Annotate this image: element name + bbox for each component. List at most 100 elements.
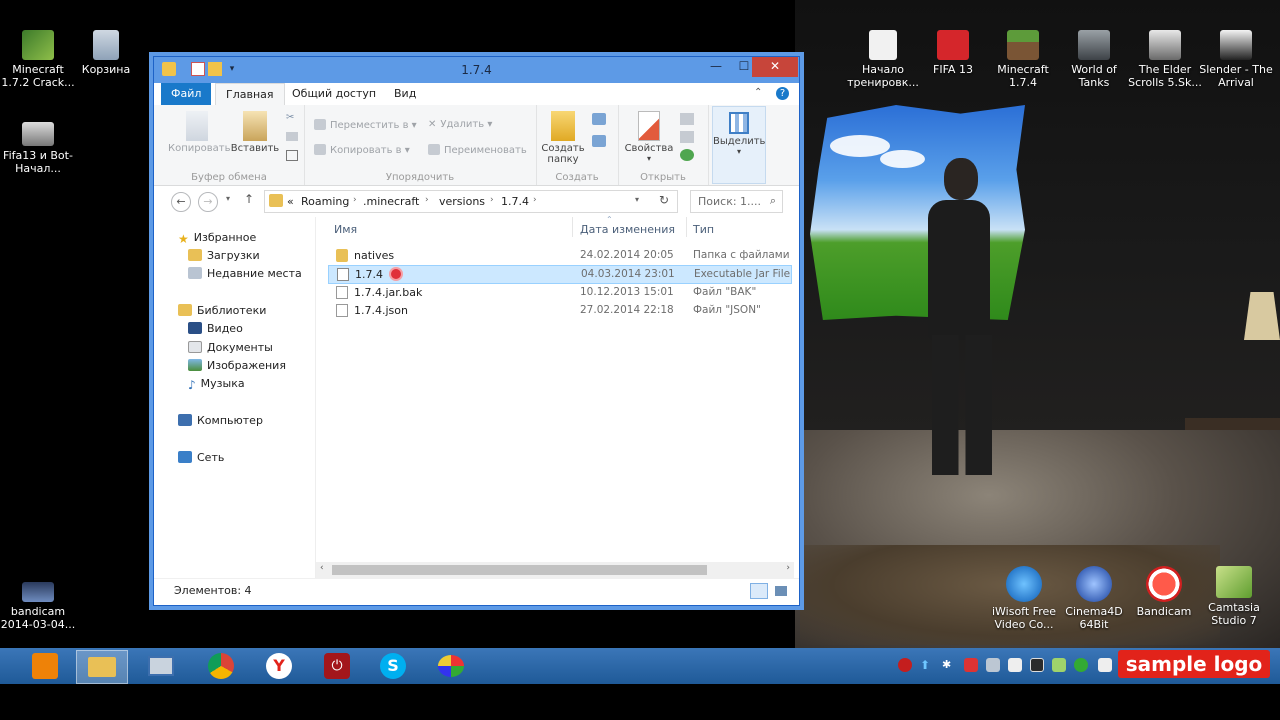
desktop-icon-bandicam[interactable]: Bandicam <box>1126 566 1202 618</box>
column-divider[interactable] <box>686 217 687 237</box>
title-bar[interactable]: ▾ 1.7.4 — ☐ ✕ <box>154 57 799 83</box>
rename-button[interactable]: Переименовать <box>428 144 527 156</box>
nav-libraries[interactable]: Библиотеки <box>178 304 266 317</box>
chevron-up-icon[interactable]: ⌃ <box>754 87 762 98</box>
close-button[interactable]: ✕ <box>752 57 798 77</box>
printer-tray-icon[interactable] <box>1008 658 1022 672</box>
recent-locations-dropdown[interactable]: ▾ <box>226 194 230 203</box>
nav-recent[interactable]: Недавние места <box>188 267 302 280</box>
desktop-icon-fifa-bot[interactable]: Fifa13 и Bot-Начал... <box>0 122 76 175</box>
breadcrumb-chevron-icon[interactable]: › <box>353 195 357 205</box>
new-item-icon[interactable] <box>592 113 606 125</box>
file-row-json[interactable]: 1.7.4.json 27.02.2014 22:18 Файл "JSON" <box>328 302 792 320</box>
breadcrumb-overflow[interactable]: « <box>287 195 294 208</box>
refresh-icon[interactable]: ↻ <box>659 193 669 207</box>
properties-button[interactable]: Свойства ▾ <box>622 111 676 163</box>
breadcrumb-chevron-icon[interactable]: › <box>533 195 537 205</box>
flag-tray-icon[interactable] <box>1098 658 1112 672</box>
scrollbar-thumb[interactable] <box>332 565 707 575</box>
search-input[interactable]: Поиск: 1.... <box>698 195 761 208</box>
tab-share[interactable]: Общий доступ <box>282 83 386 105</box>
column-header-type[interactable]: Тип <box>693 223 714 236</box>
edit-icon[interactable] <box>680 131 694 143</box>
nav-network[interactable]: Сеть <box>178 451 224 464</box>
minimize-button[interactable]: — <box>702 57 730 77</box>
copy-path-icon[interactable] <box>286 132 298 141</box>
breadcrumb[interactable]: « Roaming › .minecraft › versions › 1.7.… <box>264 190 678 213</box>
column-divider[interactable] <box>572 217 573 237</box>
address-dropdown[interactable]: ▾ <box>635 195 639 204</box>
scroll-left-icon[interactable]: ‹ <box>320 563 324 573</box>
large-icons-view-icon[interactable] <box>772 583 790 599</box>
new-folder-button[interactable]: Создать папку <box>538 111 588 165</box>
breadcrumb-chevron-icon[interactable]: › <box>490 195 494 205</box>
desktop-icon-elder-scrolls[interactable]: The Elder Scrolls 5.Sk... <box>1127 30 1203 89</box>
display-tray-icon[interactable] <box>1030 658 1044 672</box>
desktop-icon-recycle-bin[interactable]: Корзина <box>68 30 144 76</box>
desktop-icon-bandicam-video[interactable]: bandicam 2014-03-04... <box>0 582 76 631</box>
yandex-browser-icon[interactable]: Y <box>254 650 304 682</box>
desktop-icon-iwisoft[interactable]: iWisoft Free Video Co... <box>986 566 1062 631</box>
easy-access-icon[interactable] <box>592 135 606 147</box>
back-button[interactable]: ← <box>171 192 191 212</box>
breadcrumb-roaming[interactable]: Roaming <box>301 195 349 208</box>
device-tray-icon[interactable] <box>986 658 1000 672</box>
network-tray-icon[interactable] <box>1052 658 1066 672</box>
column-header-date[interactable]: Дата изменения <box>580 223 675 236</box>
nav-pictures[interactable]: Изображения <box>188 359 286 372</box>
desktop-icon-minecraft-174[interactable]: Minecraft 1.7.4 <box>985 30 1061 89</box>
file-row-174-jar[interactable]: 1.7.4 04.03.2014 23:01 Executable Jar Fi… <box>328 265 792 284</box>
breadcrumb-chevron-icon[interactable]: › <box>425 195 429 205</box>
desktop-icon-cinema4d[interactable]: Cinema4D 64Bit <box>1056 566 1132 631</box>
desktop-icon-camtasia[interactable]: Camtasia Studio 7 <box>1196 566 1272 627</box>
file-explorer-icon[interactable] <box>76 650 128 684</box>
chrome-icon[interactable] <box>196 650 246 682</box>
breadcrumb-minecraft[interactable]: .minecraft <box>363 195 419 208</box>
forward-button[interactable]: → <box>198 192 218 212</box>
file-row-natives[interactable]: natives 24.02.2014 20:05 Папка с файлами <box>328 247 792 265</box>
skype-icon[interactable]: S <box>368 650 418 682</box>
desktop-icon-world-of-tanks[interactable]: World of Tanks <box>1056 30 1132 89</box>
power-icon[interactable]: ⏻ <box>312 650 362 682</box>
odnoklassniki-icon[interactable] <box>20 650 70 682</box>
desktop-icon-fifa13[interactable]: FIFA 13 <box>915 30 991 76</box>
tab-view[interactable]: Вид <box>384 83 426 105</box>
paint-icon[interactable] <box>426 650 476 682</box>
nav-video[interactable]: Видео <box>188 322 243 335</box>
search-icon[interactable]: ⌕ <box>770 194 776 208</box>
open-icon[interactable] <box>680 113 694 125</box>
tab-home[interactable]: Главная <box>215 83 285 106</box>
delete-button[interactable]: ✕ Удалить ▾ <box>428 119 492 130</box>
upload-tray-icon[interactable]: ⬆ <box>920 658 934 672</box>
desktop-icon-minecraft-crack[interactable]: Minecraft 1.7.2 Crack... <box>0 30 76 89</box>
update-tray-icon[interactable] <box>1074 658 1088 672</box>
nav-music[interactable]: ♪ Музыка <box>188 377 245 392</box>
cut-icon[interactable]: ✂ <box>286 112 296 123</box>
copy-button[interactable]: Копировать <box>168 111 230 154</box>
copy-to-button[interactable]: Копировать в ▾ <box>314 144 410 156</box>
paste-shortcut-icon[interactable] <box>286 150 298 161</box>
antivirus-tray-icon[interactable] <box>964 658 978 672</box>
bluetooth-tray-icon[interactable]: ✱ <box>942 658 956 672</box>
select-button[interactable]: Выделить ▾ <box>713 112 765 156</box>
nav-documents[interactable]: Документы <box>188 341 273 354</box>
details-view-icon[interactable] <box>750 583 768 599</box>
breadcrumb-174[interactable]: 1.7.4 <box>501 195 529 208</box>
search-box[interactable]: Поиск: 1.... ⌕ <box>690 190 783 213</box>
desktop-icon-slender[interactable]: Slender - The Arrival <box>1198 30 1274 89</box>
nav-downloads[interactable]: Загрузки <box>188 249 260 262</box>
up-button[interactable]: ↑ <box>244 192 254 206</box>
horizontal-scrollbar[interactable]: ‹ › <box>316 562 794 578</box>
desktop-icon-training[interactable]: Начало тренировк... <box>845 30 921 89</box>
move-to-button[interactable]: Переместить в ▾ <box>314 119 417 131</box>
tab-file[interactable]: Файл <box>161 83 212 105</box>
breadcrumb-versions[interactable]: versions <box>439 195 485 208</box>
file-row-bak[interactable]: 1.7.4.jar.bak 10.12.2013 15:01 Файл "BAK… <box>328 284 792 302</box>
paste-button[interactable]: Вставить <box>230 111 280 154</box>
column-header-name[interactable]: Имя <box>334 223 357 236</box>
history-icon[interactable] <box>680 149 694 161</box>
record-tray-icon[interactable] <box>898 658 912 672</box>
help-icon[interactable]: ? <box>776 87 789 100</box>
remote-desktop-icon[interactable] <box>136 650 186 682</box>
nav-favorites[interactable]: ★ Избранное <box>178 231 256 246</box>
